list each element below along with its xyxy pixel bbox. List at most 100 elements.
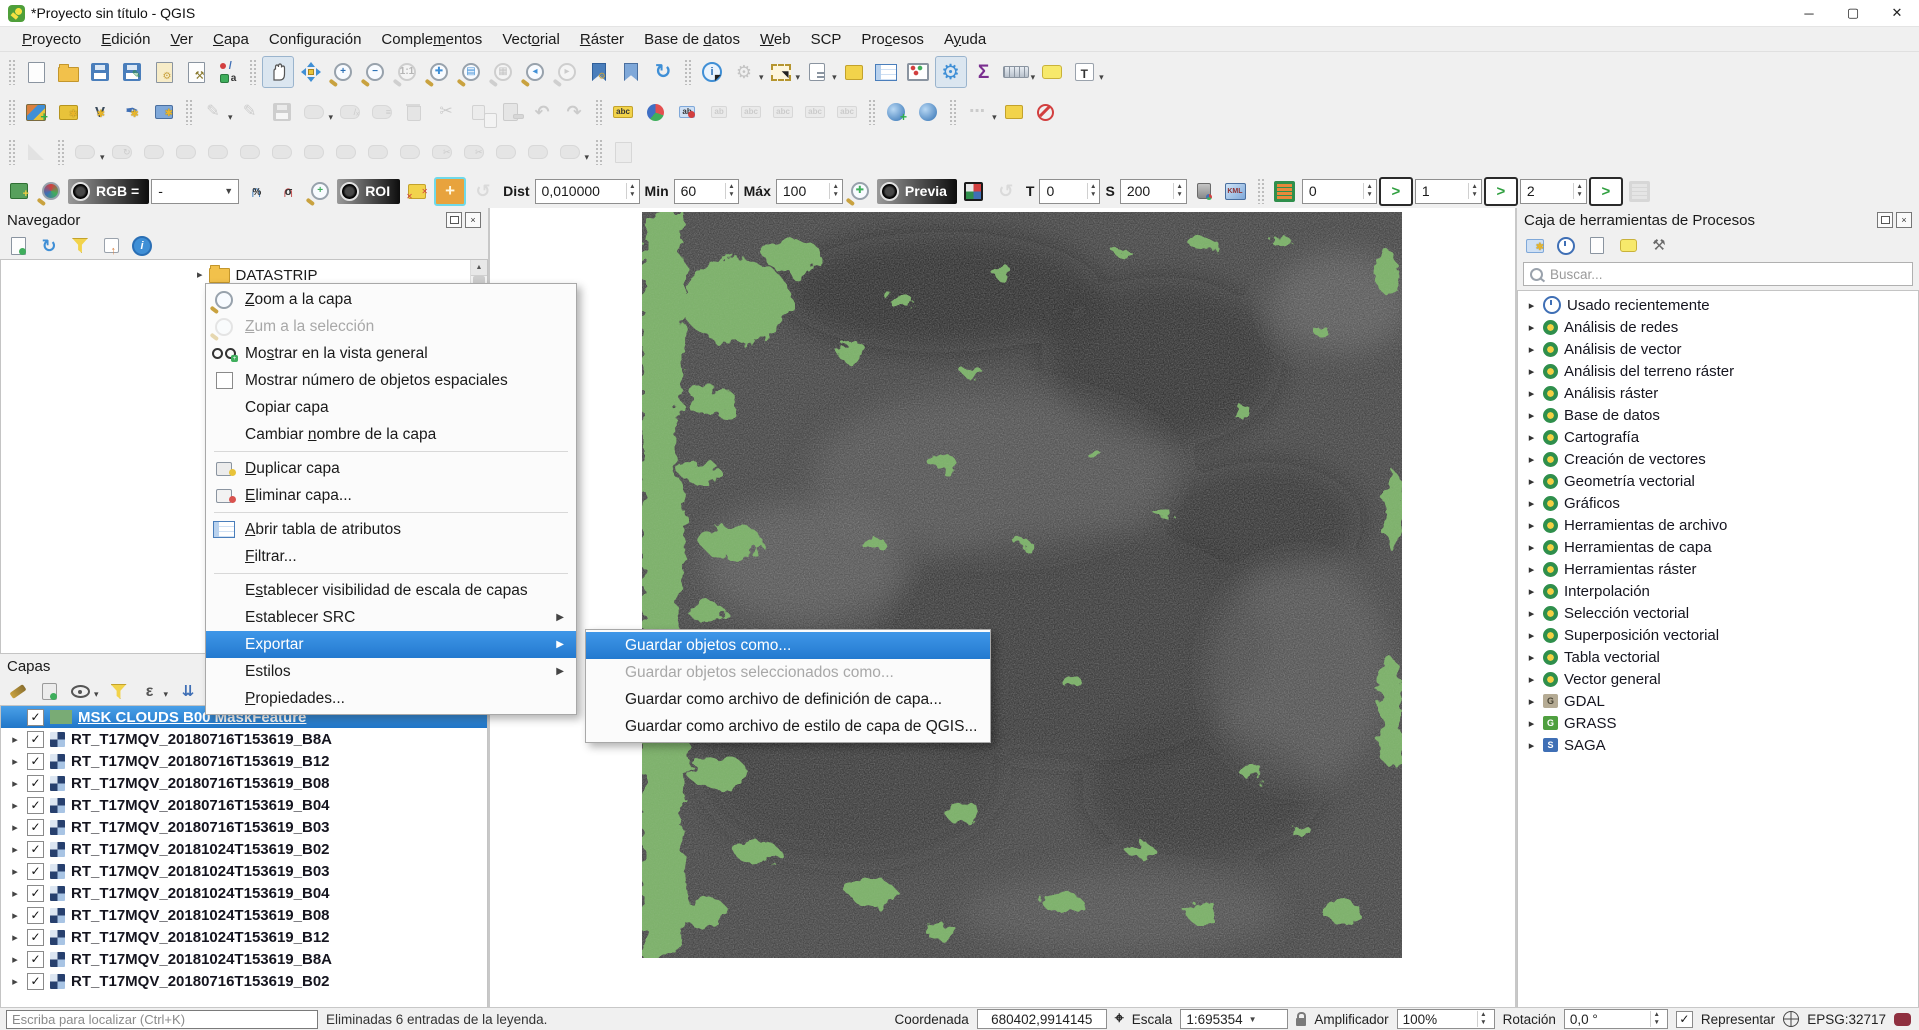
expand-all-button[interactable]: ⇊ (177, 681, 199, 703)
split-features[interactable]: ✂ (427, 137, 457, 167)
expander-icon[interactable]: ▸ (1526, 563, 1537, 576)
layer-checkbox[interactable]: ✓ (27, 929, 44, 946)
dropdown-arrow-icon[interactable]: ▾ (228, 112, 233, 123)
zoom-native[interactable]: 1:1 (392, 57, 422, 87)
menu-item-guardar-como-archivo-de-definición-de-capa[interactable]: Guardar como archivo de definición de ca… (586, 686, 990, 713)
browser-float-button[interactable] (446, 212, 462, 228)
lock-scale-icon[interactable] (1296, 1018, 1306, 1026)
layer-checkbox[interactable]: ✓ (27, 753, 44, 770)
scp-spectral-plot[interactable] (999, 97, 1029, 127)
zoom-to-layer[interactable]: ▤ (456, 57, 486, 87)
scp-bucket[interactable] (1189, 176, 1219, 206)
menu-item-exportar[interactable]: Exportar▶ (206, 631, 576, 658)
reshape-features[interactable] (331, 137, 361, 167)
layer-checkbox[interactable]: ✓ (27, 775, 44, 792)
expander-icon[interactable]: ▸ (9, 821, 21, 834)
menu-procesos[interactable]: Procesos (851, 29, 934, 50)
roi-add-button[interactable]: + (434, 177, 466, 206)
layer-checkbox[interactable]: ✓ (27, 819, 44, 836)
add-selected-layers-button[interactable] (7, 235, 29, 257)
expander-icon[interactable]: ▸ (1526, 497, 1537, 510)
toolbox-search[interactable] (1523, 262, 1913, 286)
toolbox-group[interactable]: ▸GGDAL (1518, 690, 1918, 712)
new-virtual-layer[interactable]: ✱ (149, 97, 179, 127)
min-spin[interactable]: 60▲▼ (674, 179, 739, 204)
expander-icon[interactable]: ▸ (9, 843, 21, 856)
scp-zoom-stretch[interactable]: + (305, 176, 335, 206)
expander-icon[interactable]: ▸ (9, 865, 21, 878)
expander-icon[interactable]: ▸ (1526, 695, 1537, 708)
menu-item-filtrar[interactable]: Filtrar... (206, 543, 576, 570)
zoom-next[interactable]: ▸ (552, 57, 582, 87)
expander-icon[interactable]: ▸ (9, 887, 21, 900)
coordinate-input[interactable]: 680402,9914145 (977, 1009, 1107, 1029)
menu-item-abrir-tabla-de-atributos[interactable]: Abrir tabla de atributos (206, 516, 576, 543)
rotate-label[interactable]: abc (800, 97, 830, 127)
maximize-button[interactable]: ▢ (1831, 0, 1875, 26)
filter-by-expression-button[interactable]: ε (139, 681, 161, 703)
layer-checkbox[interactable]: ✓ (27, 907, 44, 924)
toolbox-group[interactable]: ▸Selección vectorial (1518, 602, 1918, 624)
layer-row[interactable]: ▸✓RT_T17MQV_20181024T153619_B02 (1, 838, 487, 860)
menu-proyecto[interactable]: Proyecto (12, 29, 91, 50)
history-button[interactable] (1555, 235, 1577, 257)
expander-icon[interactable]: ▸ (9, 975, 21, 988)
expander-icon[interactable]: ▸ (9, 755, 21, 768)
paste-features[interactable] (495, 97, 525, 127)
locate-input[interactable] (6, 1010, 318, 1029)
expander-icon[interactable]: ▸ (1526, 453, 1537, 466)
merge-features[interactable] (491, 137, 521, 167)
menu-complementos[interactable]: Complementos (371, 29, 492, 50)
toolbox-group[interactable]: ▸Vector general (1518, 668, 1918, 690)
layer-row[interactable]: ▸✓RT_T17MQV_20181024T153619_B12 (1, 926, 487, 948)
open-project[interactable] (53, 57, 83, 87)
scp-undo-preview[interactable]: ↺ (991, 176, 1021, 206)
next-band-button-3[interactable]: > (1589, 177, 1623, 206)
simplify-feature[interactable] (139, 137, 169, 167)
menu-checkbox[interactable] (216, 372, 233, 389)
zoom-out[interactable]: − (360, 57, 390, 87)
layer-row[interactable]: ▸✓RT_T17MQV_20181024T153619_B08 (1, 904, 487, 926)
new-print-layout[interactable]: ⚙ (149, 57, 179, 87)
current-edits[interactable]: ✎ (198, 97, 228, 127)
toolbox-group[interactable]: ▸GGRASS (1518, 712, 1918, 734)
expander-icon[interactable]: ▸ (1526, 409, 1537, 422)
undo[interactable]: ↶ (527, 97, 557, 127)
expander-icon[interactable]: ▸ (1526, 541, 1537, 554)
layer-diagram[interactable] (640, 97, 670, 127)
menu-edición[interactable]: Edición (91, 29, 160, 50)
show-statistics[interactable]: Σ (969, 57, 999, 87)
toolbar-handle[interactable] (868, 99, 875, 125)
expander-icon[interactable]: ▸ (1526, 387, 1537, 400)
toolbox-close-button[interactable]: × (1896, 212, 1912, 228)
select-by-value[interactable] (802, 57, 832, 87)
rotate-feature[interactable]: ↻ (107, 137, 137, 167)
scp-bandset[interactable]: + (4, 176, 34, 206)
menu-ayuda[interactable]: Ayuda (934, 29, 996, 50)
toolbar-handle[interactable] (949, 99, 956, 125)
offset-curve[interactable] (363, 137, 393, 167)
zoom-last[interactable]: ◂ (520, 57, 550, 87)
menu-scp[interactable]: SCP (801, 29, 852, 50)
menu-configuración[interactable]: Configuración (259, 29, 372, 50)
expander-icon[interactable]: ▸ (1526, 475, 1537, 488)
next-band-button-1[interactable]: > (1379, 177, 1413, 206)
next-band-button-2[interactable]: > (1484, 177, 1518, 206)
style-manager[interactable]: /a (213, 57, 243, 87)
merge-attributes[interactable] (523, 137, 553, 167)
split-parts[interactable]: ✂ (459, 137, 489, 167)
expander-icon[interactable]: ▸ (197, 270, 203, 281)
refresh-browser-button[interactable]: ↻ (38, 235, 60, 257)
menu-item-guardar-objetos-seleccionados-como[interactable]: Guardar objetos seleccionados como... (586, 659, 990, 686)
scp-delete-roi[interactable] (1031, 97, 1061, 127)
scp-roi-polygon[interactable]: ✕✕ (402, 176, 432, 206)
max-spin[interactable]: 100▲▼ (776, 179, 843, 204)
expander-icon[interactable]: ▸ (9, 799, 21, 812)
save-project[interactable] (85, 57, 115, 87)
layer-checkbox[interactable]: ✓ (27, 885, 44, 902)
expander-icon[interactable]: ▸ (1526, 321, 1537, 334)
dropdown-arrow-icon[interactable]: ▾ (796, 72, 801, 83)
menu-item-zum-a-la-selección[interactable]: Zum a la selección (206, 313, 576, 340)
dropdown-arrow-icon[interactable]: ▾ (832, 72, 837, 83)
expander-icon[interactable]: ▸ (1526, 299, 1537, 312)
